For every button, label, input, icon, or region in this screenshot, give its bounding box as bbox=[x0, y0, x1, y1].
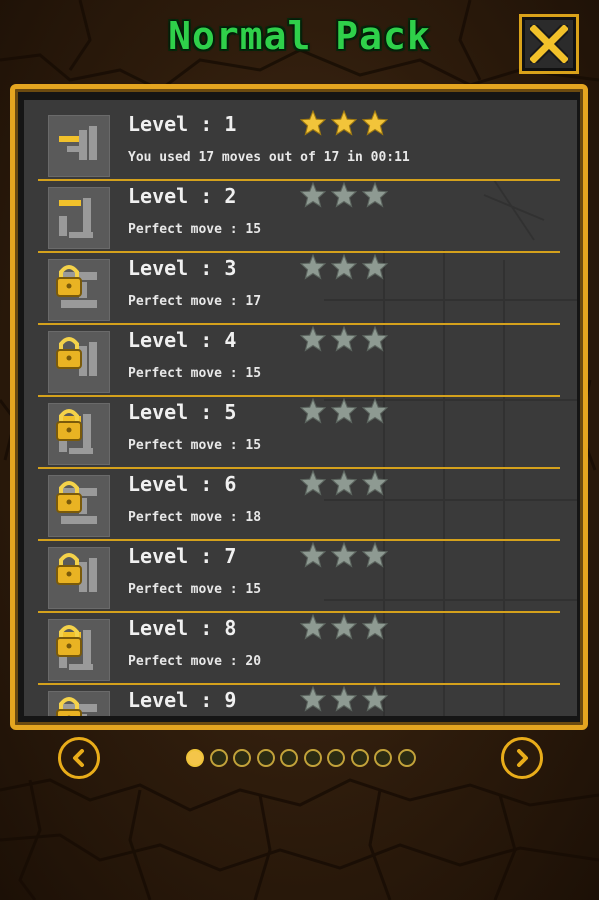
row-divider bbox=[38, 179, 560, 181]
star-icon bbox=[331, 614, 357, 640]
level-label: Level : 9 bbox=[128, 688, 237, 712]
level-thumbnail bbox=[48, 547, 110, 609]
star-icon bbox=[300, 398, 326, 424]
level-label: Level : 5 bbox=[128, 400, 237, 424]
close-button[interactable] bbox=[519, 14, 579, 74]
page-dot[interactable] bbox=[327, 749, 345, 767]
star-icon bbox=[300, 686, 326, 712]
level-detail: Perfect move : 18 bbox=[128, 510, 262, 525]
row-divider bbox=[38, 683, 560, 685]
star-icon bbox=[331, 110, 357, 136]
lock-icon bbox=[56, 265, 82, 297]
page-dot[interactable] bbox=[350, 749, 369, 767]
page-dot[interactable] bbox=[303, 749, 322, 767]
star-icon bbox=[331, 326, 357, 352]
star-icon bbox=[300, 470, 326, 496]
level-row[interactable]: Level : 2 Perfect move : 15 bbox=[38, 182, 560, 252]
level-thumbnail bbox=[48, 259, 110, 321]
level-thumbnail bbox=[48, 691, 110, 716]
lock-icon bbox=[56, 625, 82, 657]
page-title: Normal Pack bbox=[168, 14, 431, 58]
level-row[interactable]: Level : 9 bbox=[38, 686, 560, 716]
star-icon bbox=[362, 182, 388, 208]
star-icon bbox=[300, 110, 326, 136]
star-icon bbox=[331, 470, 357, 496]
level-label: Level : 7 bbox=[128, 544, 237, 568]
level-label: Level : 2 bbox=[128, 184, 237, 208]
chevron-right-icon bbox=[517, 749, 528, 767]
level-row[interactable]: Level : 6 Perfect move : 18 bbox=[38, 470, 560, 540]
close-icon bbox=[530, 25, 568, 63]
level-detail: Perfect move : 15 bbox=[128, 222, 262, 237]
level-thumbnail bbox=[48, 331, 110, 393]
level-detail: You used 17 moves out of 17 in 00:11 bbox=[128, 150, 410, 165]
star-icon bbox=[300, 326, 326, 352]
page-dot[interactable] bbox=[209, 749, 228, 767]
lock-icon bbox=[56, 481, 82, 513]
page-dot[interactable] bbox=[397, 749, 416, 767]
level-row[interactable]: Level : 4 Perfect move : 15 bbox=[38, 326, 560, 396]
level-detail: Perfect move : 15 bbox=[128, 366, 262, 381]
page-dot[interactable] bbox=[233, 749, 251, 767]
lock-icon bbox=[56, 409, 82, 441]
star-icon bbox=[362, 542, 388, 568]
level-row[interactable]: Level : 5 Perfect move : 15 bbox=[38, 398, 560, 468]
star-icon bbox=[300, 614, 326, 640]
level-detail: Perfect move : 15 bbox=[128, 582, 262, 597]
level-row[interactable]: Level : 1 You used 17 moves out of 17 in … bbox=[38, 110, 560, 180]
star-icon bbox=[300, 254, 326, 280]
row-divider bbox=[38, 611, 560, 613]
star-icon bbox=[362, 110, 388, 136]
level-label: Level : 6 bbox=[128, 472, 237, 496]
level-thumbnail bbox=[48, 403, 110, 465]
prev-page-button[interactable] bbox=[58, 737, 100, 779]
star-icon bbox=[362, 686, 388, 712]
level-row[interactable]: Level : 8 Perfect move : 20 bbox=[38, 614, 560, 684]
level-detail: Perfect move : 17 bbox=[128, 294, 262, 309]
row-divider bbox=[38, 323, 560, 325]
level-row[interactable]: Level : 3 Perfect move : 17 bbox=[38, 254, 560, 324]
star-icon bbox=[362, 254, 388, 280]
level-thumbnail bbox=[48, 475, 110, 537]
level-thumbnail bbox=[48, 115, 110, 177]
star-icon bbox=[331, 686, 357, 712]
star-icon bbox=[300, 542, 326, 568]
page-dot[interactable] bbox=[280, 749, 298, 767]
page-dot[interactable] bbox=[256, 749, 275, 767]
row-divider bbox=[38, 539, 560, 541]
row-divider bbox=[38, 467, 560, 469]
level-label: Level : 3 bbox=[128, 256, 237, 280]
star-icon bbox=[362, 326, 388, 352]
level-label: Level : 4 bbox=[128, 328, 237, 352]
level-detail: Perfect move : 20 bbox=[128, 654, 262, 669]
star-icon bbox=[300, 182, 326, 208]
level-thumbnail bbox=[48, 619, 110, 681]
level-detail: Perfect move : 15 bbox=[128, 438, 262, 453]
star-icon bbox=[362, 398, 388, 424]
row-divider bbox=[38, 251, 560, 253]
level-thumbnail bbox=[48, 187, 110, 249]
lock-icon bbox=[56, 337, 82, 369]
star-icon bbox=[331, 254, 357, 280]
chevron-left-icon bbox=[73, 749, 84, 767]
star-icon bbox=[362, 470, 388, 496]
level-label: Level : 8 bbox=[128, 616, 237, 640]
level-label: Level : 1 bbox=[128, 112, 237, 136]
lock-icon bbox=[56, 697, 82, 716]
level-row[interactable]: Level : 7 Perfect move : 15 bbox=[38, 542, 560, 612]
level-list[interactable]: Level : 1 You used 17 moves out of 17 in … bbox=[24, 100, 577, 716]
page-dot[interactable] bbox=[374, 749, 392, 767]
next-page-button[interactable] bbox=[501, 737, 543, 779]
star-icon bbox=[362, 614, 388, 640]
row-divider bbox=[38, 395, 560, 397]
star-icon bbox=[331, 398, 357, 424]
star-icon bbox=[331, 182, 357, 208]
star-icon bbox=[331, 542, 357, 568]
lock-icon bbox=[56, 553, 82, 585]
page-dot[interactable] bbox=[186, 749, 204, 767]
